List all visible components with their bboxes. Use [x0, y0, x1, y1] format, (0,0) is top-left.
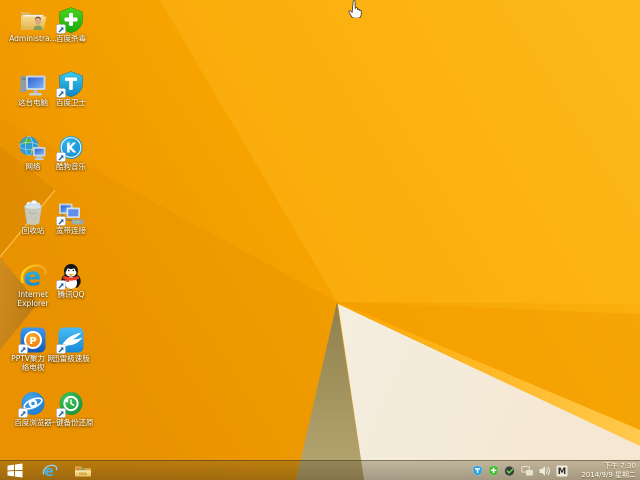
ime-indicator-icon[interactable]: M: [556, 465, 568, 477]
volume-tray-icon[interactable]: [539, 465, 551, 477]
pptv-icon: P: [18, 327, 46, 354]
desktop-icon-baidu-antivirus[interactable]: 百度杀毒: [47, 6, 95, 44]
desktop-icon-tencent-qq[interactable]: 腾讯QQ: [47, 262, 95, 300]
baidu-weishi-tray-icon[interactable]: [472, 464, 483, 477]
clock-time: 下午 7:30: [604, 462, 636, 470]
shortcut-arrow-overlay: [18, 344, 28, 354]
shortcut-arrow-overlay: [56, 88, 66, 98]
svg-text:K: K: [66, 142, 77, 157]
shortcut-arrow-overlay: [18, 408, 28, 418]
folder-icon: [75, 466, 91, 477]
clock-date: 2014/9/9 星期二: [581, 470, 636, 479]
svg-text:P: P: [29, 336, 36, 347]
computer-icon: [20, 75, 46, 96]
taskbar-internet-explorer[interactable]: e: [34, 461, 64, 480]
icon-label: 宽带连接: [56, 226, 86, 235]
start-button[interactable]: [0, 461, 30, 480]
icon-label: 腾讯QQ: [57, 290, 85, 299]
icon-label: 百度卫士: [56, 98, 86, 107]
blue-shield-icon: [56, 71, 83, 98]
windows-logo-icon: [7, 463, 23, 478]
green-shield-icon: [56, 7, 83, 34]
shortcut-arrow-overlay: [56, 24, 66, 34]
desktop-icon-baidu-weishi[interactable]: 百度卫士: [47, 70, 95, 108]
desktop-wallpaper: [0, 0, 640, 480]
icon-label: 酷狗音乐: [56, 162, 86, 171]
shortcut-arrow-overlay: [56, 152, 66, 162]
shortcut-arrow-overlay: [56, 408, 66, 418]
shortcut-arrow-overlay: [56, 280, 66, 290]
taskbar-file-explorer[interactable]: [68, 461, 98, 480]
user-folder-icon: [21, 12, 47, 30]
ime-letter: M: [558, 467, 566, 477]
desktop-icon-kugou-music[interactable]: K 酷狗音乐: [47, 134, 95, 172]
baidu-browser-icon: [18, 392, 45, 418]
kugou-k-icon: K: [56, 136, 83, 162]
taskbar-clock[interactable]: 下午 7:30 2014/9/9 星期二: [581, 462, 636, 479]
system-tray: M: [472, 461, 568, 480]
taskbar: e M 下午 7:30 2014/9/9 星期二: [0, 460, 640, 480]
qq-penguin-icon: [56, 264, 81, 290]
shortcut-arrow-overlay: [56, 216, 66, 226]
baidu-antivirus-tray-icon[interactable]: [488, 464, 499, 477]
security-check-tray-icon[interactable]: [504, 465, 516, 477]
network-tray-icon[interactable]: [521, 465, 534, 477]
shortcut-arrow-overlay: [56, 344, 66, 354]
icon-label: 迅雷极速版: [52, 354, 90, 363]
ie-icon: e: [20, 263, 47, 290]
broadband-connection-icon: [56, 203, 84, 226]
backup-clock-icon: [56, 392, 83, 418]
recycle-bin-icon: [24, 200, 42, 226]
ie-taskbar-icon: e: [42, 464, 57, 479]
globe-network-icon: [19, 136, 46, 160]
thunder-bird-icon: [56, 327, 84, 354]
desktop-icon-onekey-backup[interactable]: 一键备份还原: [47, 390, 95, 428]
icon-label: 一键备份还原: [48, 418, 94, 427]
desktop-icon-xunlei[interactable]: 迅雷极速版: [47, 326, 95, 364]
icon-label: 百度杀毒: [56, 34, 86, 43]
desktop-icon-broadband-connection[interactable]: 宽带连接: [47, 198, 95, 236]
